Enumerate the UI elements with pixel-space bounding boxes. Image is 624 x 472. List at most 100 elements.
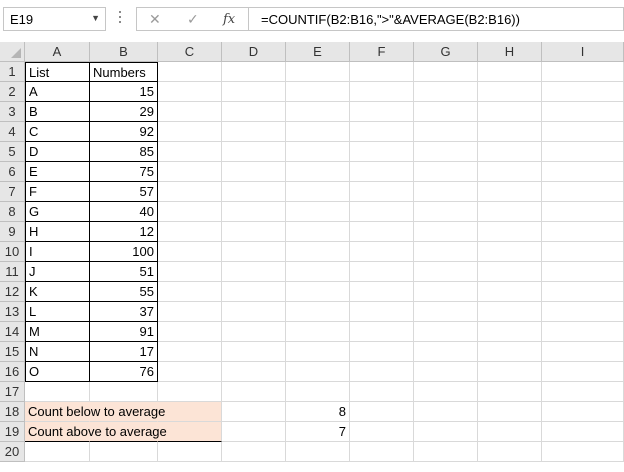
summary-value-cell[interactable]: 7	[286, 422, 350, 442]
cell[interactable]	[286, 222, 350, 242]
cell[interactable]	[414, 162, 478, 182]
cell[interactable]	[350, 62, 414, 82]
cell[interactable]	[158, 302, 222, 322]
cell[interactable]	[350, 302, 414, 322]
cell[interactable]	[158, 282, 222, 302]
chevron-down-icon[interactable]: ▼	[91, 13, 100, 23]
cell[interactable]	[478, 222, 542, 242]
cell[interactable]	[414, 282, 478, 302]
cell[interactable]	[158, 202, 222, 222]
column-header-e[interactable]: E	[286, 42, 350, 62]
column-header-c[interactable]: C	[158, 42, 222, 62]
cell[interactable]	[158, 62, 222, 82]
cell[interactable]	[222, 202, 286, 222]
cell[interactable]	[222, 242, 286, 262]
cell[interactable]	[286, 342, 350, 362]
drag-handle-icon[interactable]	[117, 8, 123, 30]
row-header-4[interactable]: 4	[0, 122, 25, 142]
cell[interactable]	[542, 122, 624, 142]
cell[interactable]	[222, 102, 286, 122]
cell[interactable]	[286, 142, 350, 162]
list-cell[interactable]: E	[25, 162, 90, 182]
cell[interactable]	[478, 162, 542, 182]
cell[interactable]	[414, 222, 478, 242]
cell[interactable]	[478, 182, 542, 202]
cell[interactable]	[478, 322, 542, 342]
cell[interactable]	[414, 242, 478, 262]
cell[interactable]	[542, 282, 624, 302]
cell[interactable]	[158, 442, 222, 462]
cell[interactable]	[414, 302, 478, 322]
row-header-1[interactable]: 1	[0, 62, 25, 82]
cell[interactable]	[286, 242, 350, 262]
cell[interactable]	[222, 342, 286, 362]
cell[interactable]	[286, 82, 350, 102]
cell[interactable]	[542, 302, 624, 322]
cell[interactable]	[478, 82, 542, 102]
cell[interactable]	[25, 442, 90, 462]
numbers-cell[interactable]: 85	[90, 142, 158, 162]
row-header-2[interactable]: 2	[0, 82, 25, 102]
column-header-d[interactable]: D	[222, 42, 286, 62]
row-header-19[interactable]: 19	[0, 422, 25, 442]
row-header-8[interactable]: 8	[0, 202, 25, 222]
column-header-a[interactable]: A	[25, 42, 90, 62]
cell[interactable]	[286, 282, 350, 302]
cell[interactable]	[286, 102, 350, 122]
row-header-13[interactable]: 13	[0, 302, 25, 322]
numbers-cell[interactable]: 100	[90, 242, 158, 262]
numbers-cell[interactable]: 17	[90, 342, 158, 362]
list-cell[interactable]: J	[25, 262, 90, 282]
cell[interactable]	[542, 422, 624, 442]
cell[interactable]	[478, 142, 542, 162]
cell[interactable]	[90, 442, 158, 462]
cell[interactable]	[478, 442, 542, 462]
numbers-cell[interactable]: 37	[90, 302, 158, 322]
numbers-cell[interactable]: 75	[90, 162, 158, 182]
cell[interactable]	[158, 242, 222, 262]
cell[interactable]	[222, 402, 286, 422]
row-header-3[interactable]: 3	[0, 102, 25, 122]
cell[interactable]	[158, 382, 222, 402]
cell[interactable]	[478, 202, 542, 222]
cell[interactable]	[222, 262, 286, 282]
cell[interactable]	[414, 422, 478, 442]
cell[interactable]	[350, 262, 414, 282]
cell[interactable]	[286, 202, 350, 222]
cell[interactable]	[414, 182, 478, 202]
cell[interactable]	[25, 382, 90, 402]
cell[interactable]	[350, 222, 414, 242]
cell[interactable]	[350, 202, 414, 222]
cell[interactable]	[478, 362, 542, 382]
cell[interactable]	[542, 322, 624, 342]
list-cell[interactable]: B	[25, 102, 90, 122]
cell[interactable]	[286, 302, 350, 322]
cell[interactable]	[158, 162, 222, 182]
cell[interactable]	[222, 162, 286, 182]
summary-fill-cell[interactable]	[158, 402, 222, 422]
list-cell[interactable]: F	[25, 182, 90, 202]
cell[interactable]	[414, 362, 478, 382]
cell[interactable]	[222, 382, 286, 402]
column-header-g[interactable]: G	[414, 42, 478, 62]
numbers-cell[interactable]: 92	[90, 122, 158, 142]
list-cell[interactable]: N	[25, 342, 90, 362]
cell[interactable]	[542, 342, 624, 362]
cell[interactable]	[478, 422, 542, 442]
cell[interactable]	[222, 82, 286, 102]
cell[interactable]	[158, 362, 222, 382]
cell[interactable]	[222, 322, 286, 342]
cell[interactable]	[414, 262, 478, 282]
cell[interactable]	[542, 382, 624, 402]
cell[interactable]	[286, 62, 350, 82]
list-cell[interactable]: O	[25, 362, 90, 382]
list-cell[interactable]: A	[25, 82, 90, 102]
cell[interactable]	[478, 282, 542, 302]
cell[interactable]	[286, 382, 350, 402]
cell[interactable]	[414, 142, 478, 162]
cell[interactable]	[222, 182, 286, 202]
row-header-10[interactable]: 10	[0, 242, 25, 262]
cell[interactable]	[222, 142, 286, 162]
cell[interactable]	[478, 382, 542, 402]
cell[interactable]	[222, 442, 286, 462]
